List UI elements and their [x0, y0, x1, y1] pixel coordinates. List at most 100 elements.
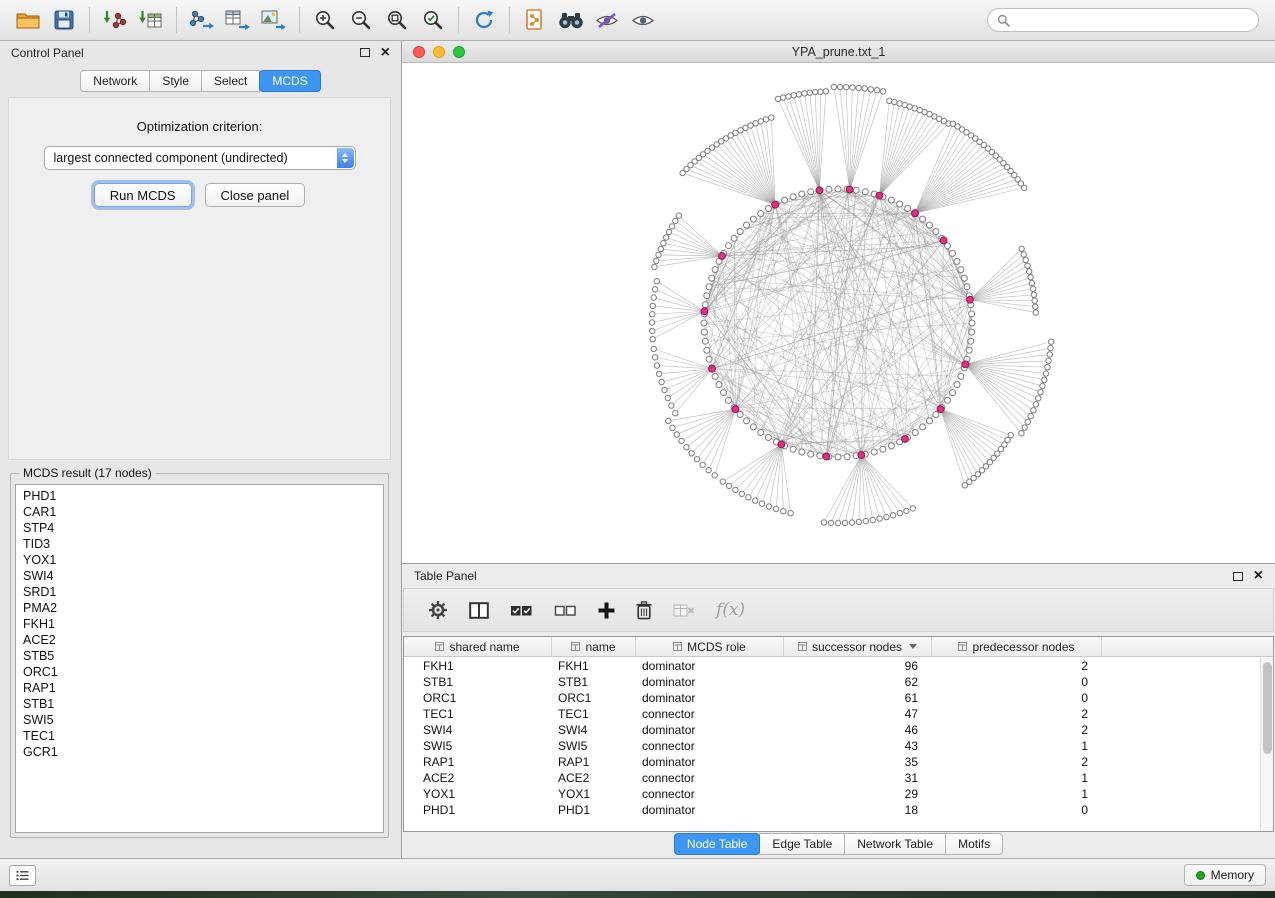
mcds-result-item[interactable]: PMA2 — [23, 600, 376, 616]
table-row[interactable]: SWI5SWI5connector431 — [404, 738, 1260, 754]
table-mode-button[interactable] — [428, 600, 448, 620]
memory-status-icon — [1196, 871, 1205, 880]
column-header-name[interactable]: name — [552, 637, 636, 656]
mcds-result-item[interactable]: PHD1 — [23, 488, 376, 504]
delete-table-button[interactable] — [673, 603, 695, 618]
criterion-select[interactable]: largest connected component (undirected) — [44, 146, 356, 170]
mcds-result-item[interactable]: RAP1 — [23, 680, 376, 696]
close-window-icon[interactable] — [413, 46, 425, 58]
mcds-result-item[interactable]: SWI5 — [23, 712, 376, 728]
cell-shared-name: TEC1 — [404, 707, 552, 721]
table-row[interactable]: RAP1RAP1dominator352 — [404, 754, 1260, 770]
table-row[interactable]: YOX1YOX1connector291 — [404, 786, 1260, 802]
cell-predecessor-nodes: 2 — [932, 723, 1102, 737]
cell-name: RAP1 — [552, 755, 636, 769]
mcds-result-item[interactable]: SWI4 — [23, 568, 376, 584]
zoom-in-button[interactable] — [307, 4, 343, 36]
task-history-button[interactable] — [9, 865, 36, 886]
tab-network-table[interactable]: Network Table — [844, 833, 946, 855]
column-label: MCDS role — [687, 640, 746, 654]
mcds-result-item[interactable]: STB1 — [23, 696, 376, 712]
hide-details-button[interactable] — [589, 4, 625, 36]
table-row[interactable]: STB1STB1dominator620 — [404, 674, 1260, 690]
search-input[interactable] — [1016, 12, 1249, 28]
create-column-button[interactable] — [598, 602, 615, 619]
memory-button[interactable]: Memory — [1184, 864, 1266, 886]
import-network-icon — [103, 9, 127, 31]
table-row[interactable]: PHD1PHD1dominator180 — [404, 802, 1260, 818]
tab-network[interactable]: Network — [80, 70, 150, 92]
mcds-result-item[interactable]: YOX1 — [23, 552, 376, 568]
save-icon — [54, 10, 74, 30]
tab-select[interactable]: Select — [201, 70, 260, 92]
float-panel-icon[interactable] — [360, 48, 370, 57]
table-row[interactable]: ORC1ORC1dominator610 — [404, 690, 1260, 706]
mcds-result-item[interactable]: STB5 — [23, 648, 376, 664]
show-columns-button[interactable] — [469, 602, 489, 619]
delete-column-button[interactable] — [636, 601, 652, 620]
network-canvas[interactable] — [402, 63, 1275, 563]
refresh-button[interactable] — [466, 4, 502, 36]
show-details-button[interactable] — [625, 4, 661, 36]
cell-mcds-role: connector — [636, 739, 784, 753]
zoom-fit-button[interactable] — [379, 4, 415, 36]
import-table-button[interactable] — [133, 4, 169, 36]
cell-mcds-role: connector — [636, 707, 784, 721]
import-network-button[interactable] — [97, 4, 133, 36]
mcds-result-item[interactable]: FKH1 — [23, 616, 376, 632]
network-title: YPA_prune.txt_1 — [792, 45, 886, 59]
cell-predecessor-nodes: 0 — [932, 803, 1102, 817]
tab-edge-table[interactable]: Edge Table — [759, 833, 845, 855]
scrollbar-thumb[interactable] — [1263, 662, 1272, 754]
mcds-result-item[interactable]: TID3 — [23, 536, 376, 552]
mcds-result-item[interactable]: SRD1 — [23, 584, 376, 600]
close-panel-icon[interactable]: × — [1254, 568, 1263, 584]
column-header-successor-nodes[interactable]: successor nodes — [784, 637, 932, 656]
export-image-button[interactable] — [256, 4, 292, 36]
table-scrollbar[interactable] — [1260, 658, 1273, 831]
column-header-predecessor-nodes[interactable]: predecessor nodes — [932, 637, 1102, 656]
control-panel-header: Control Panel × — [0, 41, 401, 64]
close-panel-button[interactable]: Close panel — [205, 183, 306, 207]
export-table-button[interactable] — [220, 4, 256, 36]
tab-node-table[interactable]: Node Table — [674, 833, 761, 855]
tab-style[interactable]: Style — [149, 70, 202, 92]
mcds-result-item[interactable]: GCR1 — [23, 744, 376, 760]
column-header-MCDS-role[interactable]: MCDS role — [636, 637, 784, 656]
maximize-window-icon[interactable] — [453, 46, 465, 58]
zoom-out-button[interactable] — [343, 4, 379, 36]
share-document-button[interactable] — [517, 4, 553, 36]
search-box[interactable] — [987, 8, 1259, 32]
table-row[interactable]: SWI4SWI4dominator462 — [404, 722, 1260, 738]
mcds-result-list[interactable]: PHD1CAR1STP4TID3YOX1SWI4SRD1PMA2FKH1ACE2… — [15, 484, 384, 833]
float-panel-icon[interactable] — [1233, 572, 1243, 581]
cell-mcds-role: connector — [636, 787, 784, 801]
list-icon — [16, 870, 29, 881]
tab-motifs[interactable]: Motifs — [945, 833, 1003, 855]
select-all-button[interactable] — [510, 603, 533, 618]
tab-mcds[interactable]: MCDS — [259, 70, 320, 92]
table-row[interactable]: FKH1FKH1dominator962 — [404, 658, 1260, 674]
mcds-result-item[interactable]: CAR1 — [23, 504, 376, 520]
export-network-button[interactable] — [184, 4, 220, 36]
mcds-result-item[interactable]: STP4 — [23, 520, 376, 536]
column-label: predecessor nodes — [972, 640, 1074, 654]
deselect-all-button[interactable] — [554, 603, 577, 618]
open-session-button[interactable] — [10, 4, 46, 36]
cell-name: YOX1 — [552, 787, 636, 801]
table-row[interactable]: TEC1TEC1connector472 — [404, 706, 1260, 722]
find-button[interactable] — [553, 4, 589, 36]
mcds-result-item[interactable]: ORC1 — [23, 664, 376, 680]
cell-mcds-role: dominator — [636, 723, 784, 737]
cell-successor-nodes: 47 — [784, 707, 932, 721]
zoom-selected-button[interactable] — [415, 4, 451, 36]
run-mcds-button[interactable]: Run MCDS — [94, 183, 192, 207]
column-header-shared-name[interactable]: shared name — [404, 637, 552, 656]
mcds-result-item[interactable]: TEC1 — [23, 728, 376, 744]
close-panel-icon[interactable]: × — [381, 45, 390, 61]
table-row[interactable]: ACE2ACE2connector311 — [404, 770, 1260, 786]
save-session-button[interactable] — [46, 4, 82, 36]
mcds-result-item[interactable]: ACE2 — [23, 632, 376, 648]
minimize-window-icon[interactable] — [433, 46, 445, 58]
function-builder-button[interactable]: f(x) — [716, 600, 745, 620]
